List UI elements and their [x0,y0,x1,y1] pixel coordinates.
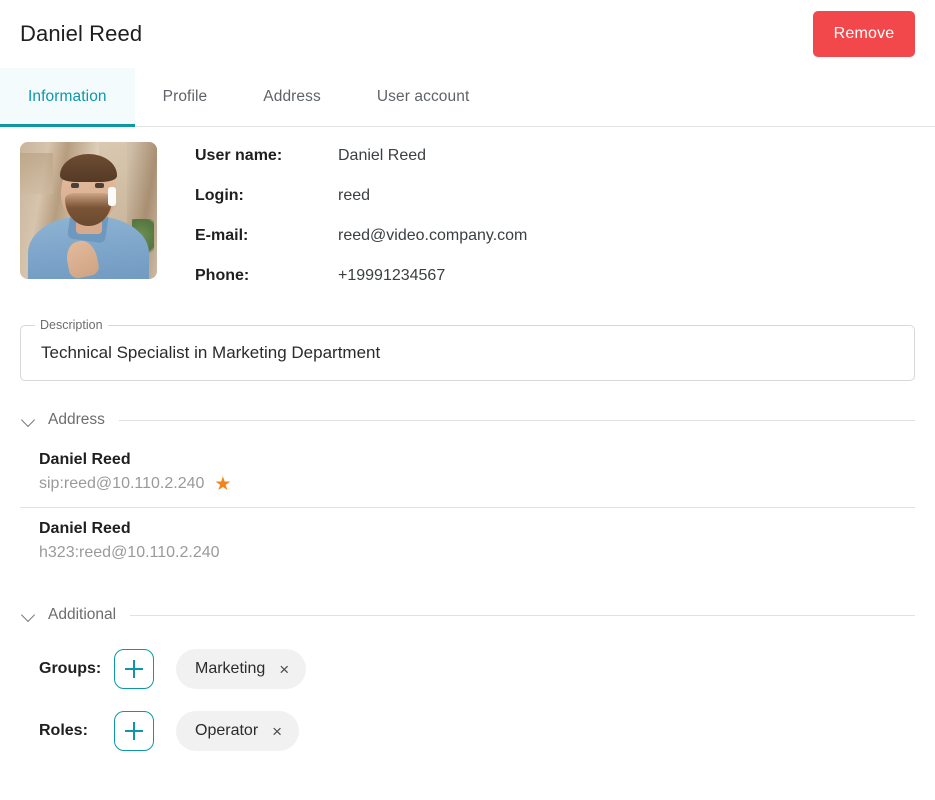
tab-profile[interactable]: Profile [135,68,236,126]
info-field-list: User name: Daniel Reed Login: reed E-mai… [157,142,527,307]
field-email: E-mail: reed@video.company.com [195,227,527,267]
avatar-eye-left [70,183,79,188]
page-header: Daniel Reed Remove [0,0,935,68]
description-field[interactable]: Description [20,318,915,381]
list-item[interactable]: Daniel Reed sip:reed@10.110.2.240 ★ [20,439,915,507]
add-role-button[interactable] [114,711,154,751]
address-name: Daniel Reed [39,451,131,468]
roles-row: Roles: Operator × [20,700,915,762]
additional-rows: Groups: Marketing × Roles: Operator × [20,638,915,762]
avatar [20,142,157,279]
tab-address[interactable]: Address [235,68,349,126]
address-uri: sip:reed@10.110.2.240 [39,475,205,492]
roles-label: Roles: [39,722,88,739]
field-value: +19991234567 [338,267,446,284]
tab-information[interactable]: Information [0,68,135,127]
add-group-button[interactable] [114,649,154,689]
address-name: Daniel Reed [39,520,131,537]
field-login: Login: reed [195,187,527,227]
address-uri-line: sip:reed@10.110.2.240 ★ [39,472,915,496]
close-icon[interactable]: × [272,723,282,740]
description-label: Description [35,318,108,332]
groups-row: Groups: Marketing × [20,638,915,700]
field-phone: Phone: +19991234567 [195,267,527,307]
user-detail-page: Daniel Reed Remove Information Profile A… [0,0,935,800]
description-input[interactable] [39,342,896,364]
group-chip[interactable]: Marketing × [176,649,307,689]
avatar-earbud [108,187,116,207]
description-field-wrapper: Description [20,318,915,381]
identity-block: User name: Daniel Reed Login: reed E-mai… [20,127,915,307]
field-user-name: User name: Daniel Reed [195,147,527,187]
chip-label: Operator [195,722,259,739]
field-label: Login: [195,187,244,204]
list-item[interactable]: Daniel Reed h323:reed@10.110.2.240 [20,507,915,576]
star-icon[interactable]: ★ [214,475,231,494]
address-section-title: Address [48,411,105,428]
information-panel: User name: Daniel Reed Login: reed E-mai… [0,127,935,762]
field-label: User name: [195,147,283,164]
remove-button[interactable]: Remove [813,11,915,57]
field-label: E-mail: [195,227,249,244]
additional-section-header[interactable]: Additional [20,606,915,624]
tab-bar: Information Profile Address User account [0,68,935,127]
groups-label: Groups: [39,660,102,677]
page-title: Daniel Reed [20,21,143,46]
address-list: Daniel Reed sip:reed@10.110.2.240 ★ Dani… [20,439,915,576]
avatar-background-plank-left [20,152,53,195]
address-uri-line: h323:reed@10.110.2.240 [39,541,915,565]
field-value: reed [338,187,371,204]
field-value: reed@video.company.com [338,227,528,244]
additional-section-title: Additional [48,606,117,623]
field-label: Phone: [195,267,250,284]
chip-label: Marketing [195,660,266,677]
close-icon[interactable]: × [279,661,289,678]
section-divider [130,614,915,616]
address-uri: h323:reed@10.110.2.240 [39,544,220,561]
role-chip[interactable]: Operator × [176,711,300,751]
avatar-eye-right [95,183,104,188]
chevron-down-icon [20,606,38,624]
address-section-header[interactable]: Address [20,411,915,429]
tab-user-account[interactable]: User account [349,68,498,126]
chevron-down-icon [20,411,38,429]
section-divider [118,419,915,421]
field-value: Daniel Reed [338,147,427,164]
